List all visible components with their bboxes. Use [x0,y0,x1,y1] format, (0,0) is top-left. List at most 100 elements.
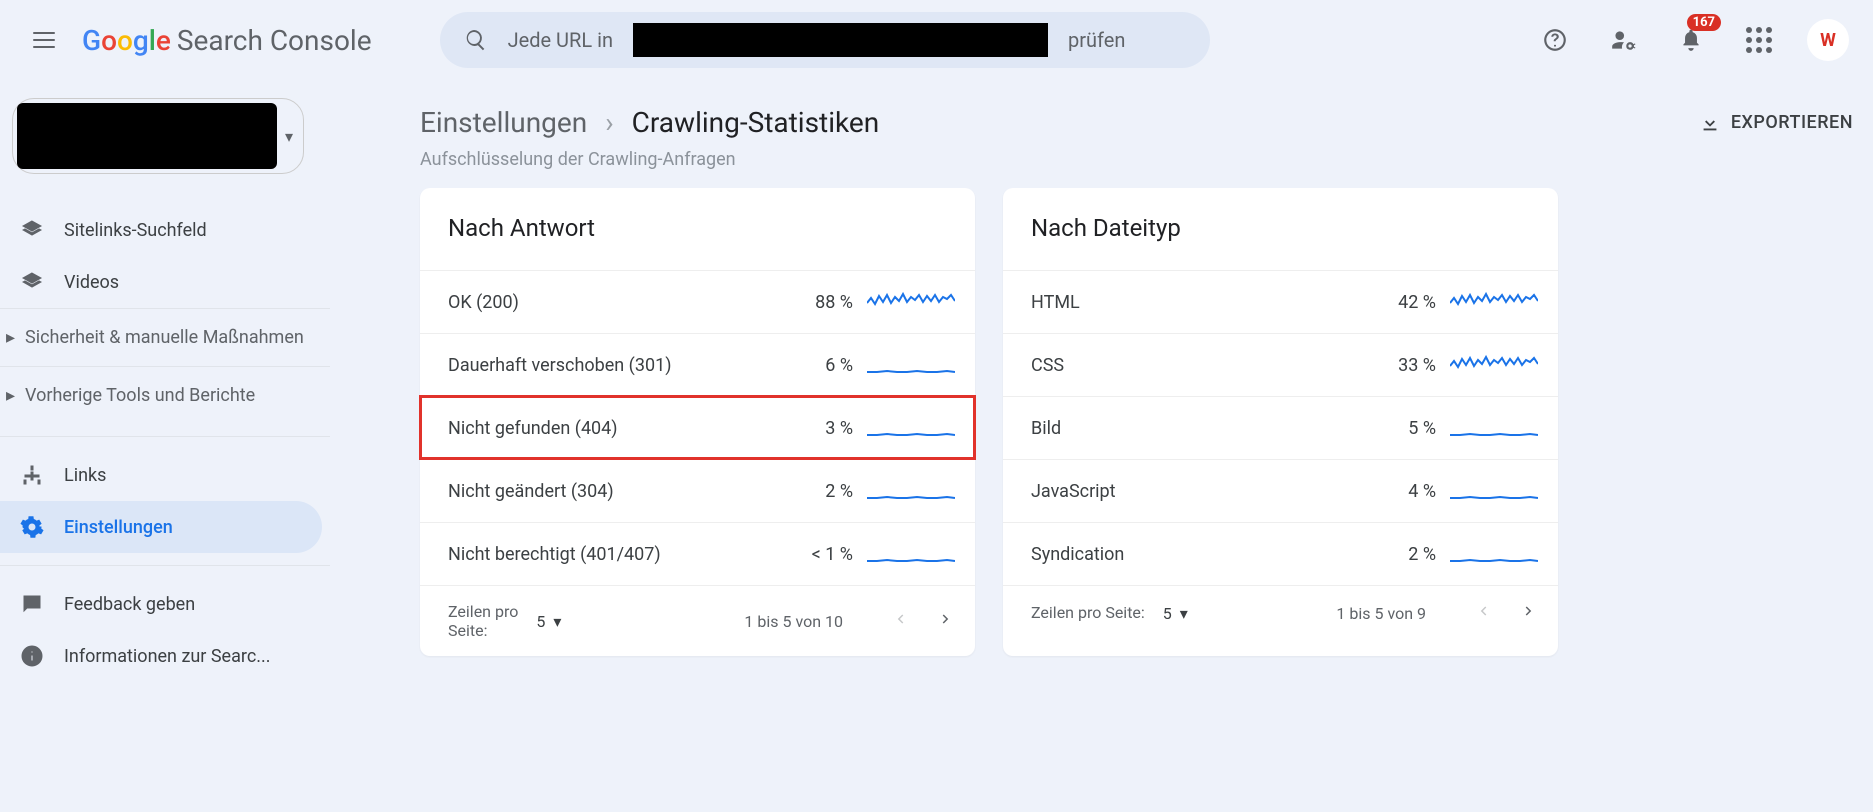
table-row[interactable]: CSS 33 % [1003,333,1558,396]
pager-response: Zeilen pro Seite: 5▾ 1 bis 5 von 10 [420,585,975,656]
property-selector[interactable]: ▾ [12,98,304,174]
search-prefix: Jede URL in [508,28,613,52]
breadcrumb-current: Crawling-Statistiken [632,106,880,139]
row-percent: 3 % [783,418,853,439]
rows-per-page-label: Zeilen pro Seite: [1031,603,1145,622]
export-button[interactable]: EXPORTIEREN [1699,112,1853,134]
table-row[interactable]: OK (200) 88 % [420,270,975,333]
feedback-icon [20,592,44,616]
caret-down-icon: ▾ [1180,604,1188,623]
row-percent: 42 % [1366,292,1436,313]
card-title: Nach Antwort [420,188,975,270]
row-label: HTML [1031,292,1352,313]
chevron-right-icon: ▸ [6,385,15,406]
pager-next-button[interactable] [1520,602,1538,624]
table-row[interactable]: JavaScript4 % [1003,459,1558,522]
caret-down-icon: ▾ [553,612,561,631]
users-settings-button[interactable] [1603,20,1643,60]
sparkline [867,541,955,567]
sidebar-item-about[interactable]: Informationen zur Searc... [0,630,330,682]
table-row[interactable]: Dauerhaft verschoben (301) 6 % [420,333,975,396]
help-button[interactable] [1535,20,1575,60]
sidebar-item-label: Einstellungen [64,517,173,538]
sidebar-group-label: Sicherheit & manuelle Maßnahmen [25,327,304,348]
sparkline [867,352,955,378]
download-icon [1699,112,1721,134]
table-row[interactable]: Bild 5 % [1003,396,1558,459]
sparkline [1450,415,1538,441]
app-header: Google Search Console Jede URL in prüfen… [0,0,1873,80]
row-label: Dauerhaft verschoben (301) [448,355,769,376]
brand: Google Search Console [82,24,372,57]
avatar-initials: W [1820,30,1836,51]
sparkline [867,478,955,504]
sidebar-group-legacy-tools[interactable]: ▸ Vorherige Tools und Berichte [0,366,330,424]
google-apps-button[interactable] [1739,20,1779,60]
redacted-property-url [633,23,1048,57]
sidebar: ▾ Sitelinks-Suchfeld Videos ▸ Sicherheit… [0,80,330,812]
row-label: Nicht gefunden (404) [448,418,769,439]
row-label: Bild [1031,418,1352,439]
chevron-right-icon: › [605,106,613,139]
sparkline [1450,478,1538,504]
hamburger-icon [33,32,55,48]
gear-icon [20,515,44,539]
sparkline [1450,541,1538,567]
user-gear-icon [1610,27,1636,53]
row-percent: 88 % [783,292,853,313]
sparkline [1450,289,1538,315]
row-percent: 2 % [783,481,853,502]
row-label: OK (200) [448,292,769,313]
row-percent: 5 % [1366,418,1436,439]
url-inspect-search[interactable]: Jede URL in prüfen [440,12,1210,68]
sidebar-item-sitelinks[interactable]: Sitelinks-Suchfeld [0,204,330,256]
breadcrumb: Einstellungen › Crawling-Statistiken [420,106,879,139]
sidebar-item-label: Links [64,465,106,486]
sidebar-group-label: Vorherige Tools und Berichte [25,385,255,406]
row-label: Syndication [1031,544,1352,565]
table-row[interactable]: HTML 42 % [1003,270,1558,333]
account-avatar[interactable]: W [1807,19,1849,61]
notifications-button[interactable]: 167 [1671,20,1711,60]
pager-range: 1 bis 5 von 9 [1336,604,1426,623]
sidebar-item-videos[interactable]: Videos [0,256,330,308]
pager-range: 1 bis 5 von 10 [744,612,843,631]
sparkline [867,415,955,441]
pager-next-button[interactable] [937,610,955,632]
notifications-badge: 167 [1687,14,1721,31]
sidebar-item-feedback[interactable]: Feedback geben [0,578,330,630]
sidebar-item-settings[interactable]: Einstellungen [0,501,322,553]
google-logo: Google [82,24,171,57]
table-row[interactable]: Syndication2 % [1003,522,1558,585]
main-content: Einstellungen › Crawling-Statistiken EXP… [330,80,1873,812]
redacted-property-name [17,103,277,169]
row-label: CSS [1031,355,1352,376]
table-row[interactable]: Nicht geändert (304)2 % [420,459,975,522]
section-subhead: Aufschlüsselung der Crawling-Anfragen [420,149,1853,170]
sidebar-item-links[interactable]: Links [0,449,330,501]
sidebar-item-label: Videos [64,272,119,293]
rows-per-page-label: Zeilen pro Seite: [448,602,518,640]
card-title: Nach Dateityp [1003,188,1558,270]
row-percent: < 1 % [783,544,853,565]
sidebar-group-security[interactable]: ▸ Sicherheit & manuelle Maßnahmen [0,308,330,366]
search-suffix: prüfen [1068,28,1125,52]
layers-icon [20,218,44,242]
main-menu-button[interactable] [24,20,64,60]
chevron-right-icon: ▸ [6,327,15,348]
table-row[interactable]: Nicht berechtigt (401/407)< 1 % [420,522,975,585]
table-row[interactable]: Nicht gefunden (404) 3 % [420,396,975,459]
row-percent: 6 % [783,355,853,376]
product-name: Search Console [177,24,372,57]
rows-per-page-select[interactable]: 5▾ [1163,604,1188,623]
rows-per-page-select[interactable]: 5▾ [536,612,561,631]
help-icon [1542,27,1568,53]
breadcrumb-parent[interactable]: Einstellungen [420,106,587,139]
caret-down-icon: ▾ [285,127,293,146]
row-percent: 33 % [1366,355,1436,376]
pager-filetype: Zeilen pro Seite: 5▾ 1 bis 5 von 9 [1003,585,1558,640]
sidebar-item-label: Feedback geben [64,594,195,615]
info-icon [20,644,44,668]
pager-prev-button [891,610,909,632]
pager-prev-button [1474,602,1492,624]
